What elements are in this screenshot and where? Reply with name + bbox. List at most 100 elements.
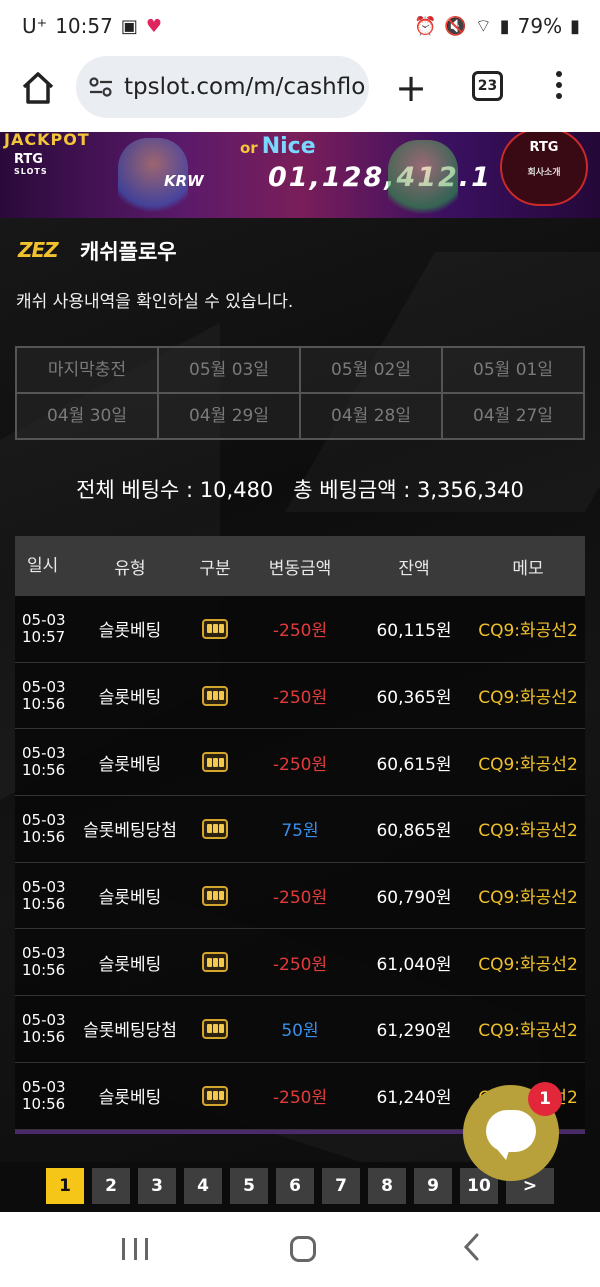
column-header-balance: 잔액 xyxy=(398,558,430,579)
page-title: 캐쉬플로우 xyxy=(80,240,177,264)
cell-memo: CQ9:화공선2 xyxy=(478,1021,578,1042)
cell-category xyxy=(187,618,243,639)
jackpot-banner[interactable]: JACKPOT RTG SLOTS or Nice KRW 01,128,412.… xyxy=(0,132,600,218)
cell-memo: CQ9:화공선2 xyxy=(478,754,578,775)
cell-category xyxy=(187,1085,243,1106)
cell-datetime: 05-03 10:56 xyxy=(15,678,73,713)
cell-date: 05-03 xyxy=(22,810,66,829)
alarm-icon: ⏰ xyxy=(413,15,437,37)
battery-icon: ▮ xyxy=(570,15,580,37)
cell-balance: 60,865원 xyxy=(376,821,452,842)
cell-datetime: 05-03 10:56 xyxy=(15,745,73,779)
back-icon[interactable] xyxy=(462,1232,480,1262)
system-nav-bar xyxy=(0,1212,600,1287)
cell-type: 슬롯베팅 xyxy=(98,688,162,709)
cell-time: 10:56 xyxy=(22,1027,66,1046)
page-button-6[interactable]: 6 xyxy=(276,1168,314,1204)
address-bar[interactable]: tpslot.com/m/cashflo xyxy=(76,56,369,118)
cashflow-table: 일시 유형 구분 변동금액 잔액 메모 05-03 10:57 슬롯베팅 -250원 6… xyxy=(15,536,585,1134)
cell-type: 슬롯베팅 xyxy=(98,754,162,775)
site-logo[interactable]: ZEZ xyxy=(18,238,59,262)
page-button-4[interactable]: 4 xyxy=(184,1168,222,1204)
cell-change-amount: -250원 xyxy=(272,688,328,709)
cell-date: 05-03 xyxy=(22,1010,66,1029)
cell-time: 10:56 xyxy=(22,1094,66,1113)
bet-amount-value: 3,356,340 xyxy=(417,478,524,502)
cell-datetime: 05-03 10:56 xyxy=(15,1010,73,1046)
cell-balance: 61,290원 xyxy=(376,1021,452,1042)
mute-icon: 🔇 xyxy=(444,15,467,37)
cell-balance: 60,365원 xyxy=(376,688,452,709)
page-button-2[interactable]: 2 xyxy=(92,1168,130,1204)
gallery-notification-icon: ▣ xyxy=(120,15,138,37)
carrier-label: U⁺ xyxy=(22,14,48,38)
site-settings-icon[interactable] xyxy=(88,77,114,97)
date-filter-0429[interactable]: 04월 29일 xyxy=(158,393,300,439)
browser-menu-icon[interactable] xyxy=(553,68,565,104)
cell-change-amount: -250원 xyxy=(272,754,328,775)
cell-time: 10:56 xyxy=(22,761,66,780)
currency-label: KRW xyxy=(164,172,204,190)
date-filter-0503[interactable]: 05월 03일 xyxy=(158,347,300,393)
promo-model-image-2 xyxy=(388,140,458,218)
date-filter-0427[interactable]: 04월 27일 xyxy=(442,393,584,439)
cell-change-amount: 75원 xyxy=(281,821,319,842)
page-content: JACKPOT RTG SLOTS or Nice KRW 01,128,412.… xyxy=(0,132,600,1212)
cell-balance: 61,040원 xyxy=(376,954,452,975)
cell-datetime: 05-03 10:56 xyxy=(15,1077,73,1113)
cell-category xyxy=(187,685,243,706)
column-header-change: 변동금액 xyxy=(268,558,332,579)
cell-memo: CQ9:화공선2 xyxy=(478,688,578,709)
slot-machine-icon xyxy=(202,618,228,639)
betting-summary: 전체 베팅수 : 10,480 총 베팅금액 : 3,356,340 xyxy=(76,478,524,502)
page-button-7[interactable]: 7 xyxy=(322,1168,360,1204)
column-header-category: 구분 xyxy=(199,558,231,579)
home-nav-icon[interactable] xyxy=(290,1236,316,1262)
cell-change-amount: -250원 xyxy=(272,888,328,909)
cell-category xyxy=(187,1018,243,1039)
cell-balance: 60,115원 xyxy=(376,621,452,642)
chat-bubble-icon xyxy=(486,1110,536,1160)
cell-datetime: 05-03 10:57 xyxy=(15,610,73,646)
cell-change-amount: -250원 xyxy=(272,621,328,642)
promo-title: or Nice xyxy=(240,134,316,159)
rtg-company-badge[interactable]: RTG 회사소개 xyxy=(500,132,588,206)
new-tab-button[interactable]: + xyxy=(393,66,429,110)
page-button-9[interactable]: 9 xyxy=(414,1168,452,1204)
table-row: 05-03 10:56 슬롯베팅 -250원 61,040원 CQ9:화공선2 xyxy=(15,929,585,997)
page-button-5[interactable]: 5 xyxy=(230,1168,268,1204)
home-icon[interactable] xyxy=(18,68,58,108)
signal-icon: ▮ xyxy=(499,15,510,37)
cell-category xyxy=(187,885,243,906)
page-button-1[interactable]: 1 xyxy=(46,1168,84,1204)
cell-date: 05-03 xyxy=(22,877,66,896)
date-filter-0428[interactable]: 04월 28일 xyxy=(300,393,442,439)
bet-count-label: 전체 베팅수 xyxy=(76,478,180,502)
date-filter-last-charge[interactable]: 마지막충전 xyxy=(16,347,158,393)
date-filter-0502[interactable]: 05월 02일 xyxy=(300,347,442,393)
table-row: 05-03 10:56 슬롯베팅 -250원 60,365원 CQ9:화공선2 xyxy=(15,662,585,730)
recent-apps-icon[interactable] xyxy=(122,1238,148,1260)
cell-memo: CQ9:화공선2 xyxy=(478,821,578,842)
tab-switcher-button[interactable]: 23 xyxy=(472,71,503,101)
slot-machine-icon xyxy=(202,1085,228,1106)
cell-time: 10:56 xyxy=(22,894,66,913)
page-button-8[interactable]: 8 xyxy=(368,1168,406,1204)
cell-date: 05-03 xyxy=(22,1077,66,1096)
cell-type: 슬롯베팅 xyxy=(98,1088,162,1109)
cell-datetime: 05-03 10:56 xyxy=(15,810,73,846)
cell-memo: CQ9:화공선2 xyxy=(478,621,578,642)
cell-memo: CQ9:화공선2 xyxy=(478,954,578,975)
cell-type: 슬롯베팅 xyxy=(98,954,162,975)
jackpot-label: JACKPOT xyxy=(4,132,90,149)
date-filter-0430[interactable]: 04월 30일 xyxy=(16,393,158,439)
cell-type: 슬롯베팅당첨 xyxy=(83,821,177,842)
date-filter-0501[interactable]: 05월 01일 xyxy=(442,347,584,393)
column-header-memo: 메모 xyxy=(512,558,544,579)
slot-machine-icon xyxy=(202,818,228,839)
cell-date: 05-03 xyxy=(22,610,66,629)
cell-time: 10:56 xyxy=(22,694,66,713)
page-button-3[interactable]: 3 xyxy=(138,1168,176,1204)
table-header: 일시 유형 구분 변동금액 잔액 메모 xyxy=(15,536,585,596)
cell-category xyxy=(187,752,243,773)
